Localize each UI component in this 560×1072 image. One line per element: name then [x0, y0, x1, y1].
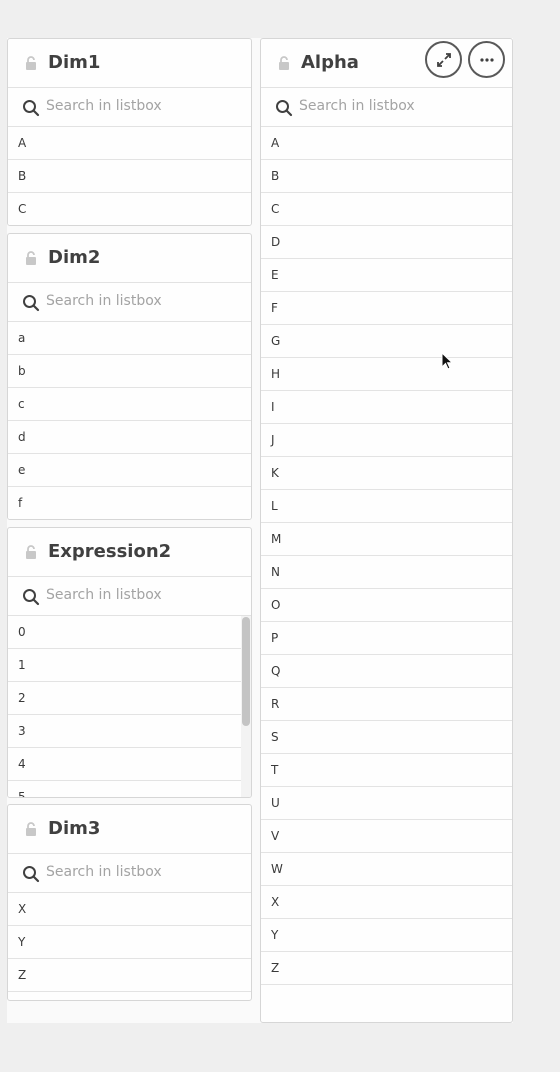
search-placeholder: Search in listbox: [46, 98, 162, 114]
unlocked-lock-icon: [26, 822, 36, 836]
listbox-rows: ABC: [8, 127, 251, 225]
more-horizontal-icon: [479, 57, 494, 62]
listbox-title: Alpha: [301, 52, 359, 73]
list-item[interactable]: Z: [261, 952, 512, 985]
list-item[interactable]: f: [8, 487, 251, 519]
expand-arrows-icon: [436, 52, 451, 67]
listbox-dim1: Dim1 Search in listbox ABC: [7, 38, 252, 226]
mouse-pointer-icon: [441, 352, 453, 370]
unlocked-lock-icon: [26, 251, 36, 265]
list-item[interactable]: A: [8, 127, 251, 160]
list-item[interactable]: U: [261, 787, 512, 820]
search-icon: [23, 589, 40, 606]
scrollbar-thumb[interactable]: [242, 617, 250, 726]
list-item[interactable]: W: [261, 853, 512, 886]
search-input[interactable]: Search in listbox: [261, 88, 512, 127]
list-item[interactable]: G: [261, 325, 512, 358]
list-item[interactable]: D: [261, 226, 512, 259]
listbox-title: Dim2: [48, 247, 101, 268]
listbox-header[interactable]: Dim3: [8, 805, 251, 854]
list-item[interactable]: Y: [261, 919, 512, 952]
unlocked-lock-icon: [279, 56, 289, 70]
listbox-rows: XYZ: [8, 893, 251, 992]
search-placeholder: Search in listbox: [299, 98, 415, 114]
list-item[interactable]: B: [8, 160, 251, 193]
list-item[interactable]: F: [261, 292, 512, 325]
list-item[interactable]: 5: [8, 781, 241, 797]
list-item[interactable]: X: [261, 886, 512, 919]
listbox-title: Expression2: [48, 541, 172, 562]
search-icon: [23, 295, 40, 312]
list-item[interactable]: Q: [261, 655, 512, 688]
search-placeholder: Search in listbox: [46, 293, 162, 309]
search-icon: [23, 100, 40, 117]
search-input[interactable]: Search in listbox: [8, 577, 251, 616]
search-placeholder: Search in listbox: [46, 864, 162, 880]
list-item[interactable]: P: [261, 622, 512, 655]
search-input[interactable]: Search in listbox: [8, 283, 251, 322]
listbox-title: Dim3: [48, 818, 101, 839]
listbox-header[interactable]: Dim2: [8, 234, 251, 283]
search-input[interactable]: Search in listbox: [8, 88, 251, 127]
list-item[interactable]: e: [8, 454, 251, 487]
list-item[interactable]: L: [261, 490, 512, 523]
list-item[interactable]: c: [8, 388, 251, 421]
list-item[interactable]: O: [261, 589, 512, 622]
list-item[interactable]: R: [261, 688, 512, 721]
list-item[interactable]: V: [261, 820, 512, 853]
list-item[interactable]: C: [261, 193, 512, 226]
search-icon: [276, 100, 293, 117]
unlocked-lock-icon: [26, 545, 36, 559]
listbox-rows: 012345: [8, 616, 251, 797]
list-item[interactable]: J: [261, 424, 512, 457]
list-item[interactable]: 0: [8, 616, 241, 649]
list-item[interactable]: I: [261, 391, 512, 424]
list-item[interactable]: A: [261, 127, 512, 160]
listbox-header[interactable]: Expression2: [8, 528, 251, 577]
listbox-expression2: Expression2 Search in listbox 012345: [7, 527, 252, 798]
list-item[interactable]: 1: [8, 649, 241, 682]
list-item[interactable]: E: [261, 259, 512, 292]
list-item[interactable]: 3: [8, 715, 241, 748]
search-placeholder: Search in listbox: [46, 587, 162, 603]
list-item[interactable]: d: [8, 421, 251, 454]
unlocked-lock-icon: [26, 56, 36, 70]
listbox-title: Dim1: [48, 52, 101, 73]
list-item[interactable]: b: [8, 355, 251, 388]
listbox-dim3: Dim3 Search in listbox XYZ: [7, 804, 252, 1001]
listbox-alpha: Alpha Search in listbox ABCDEFGHIJKLMNOP…: [260, 38, 513, 1023]
list-item[interactable]: B: [261, 160, 512, 193]
more-options-button[interactable]: [468, 41, 505, 78]
search-icon: [23, 866, 40, 883]
listbox-rows: abcdef: [8, 322, 251, 519]
list-item[interactable]: Z: [8, 959, 251, 992]
search-input[interactable]: Search in listbox: [8, 854, 251, 893]
list-item[interactable]: a: [8, 322, 251, 355]
expand-button[interactable]: [425, 41, 462, 78]
list-item[interactable]: N: [261, 556, 512, 589]
list-item[interactable]: 2: [8, 682, 241, 715]
listbox-header[interactable]: Alpha: [261, 39, 512, 88]
listbox-header[interactable]: Dim1: [8, 39, 251, 88]
list-item[interactable]: Y: [8, 926, 251, 959]
list-item[interactable]: K: [261, 457, 512, 490]
list-item[interactable]: S: [261, 721, 512, 754]
listbox-rows: ABCDEFGHIJKLMNOPQRSTUVWXYZ: [261, 127, 512, 985]
list-item[interactable]: H: [261, 358, 512, 391]
list-item[interactable]: C: [8, 193, 251, 225]
listbox-dim2: Dim2 Search in listbox abcdef: [7, 233, 252, 520]
list-item[interactable]: X: [8, 893, 251, 926]
list-item[interactable]: T: [261, 754, 512, 787]
list-item[interactable]: M: [261, 523, 512, 556]
list-item[interactable]: 4: [8, 748, 241, 781]
scrollbar[interactable]: [241, 616, 251, 797]
